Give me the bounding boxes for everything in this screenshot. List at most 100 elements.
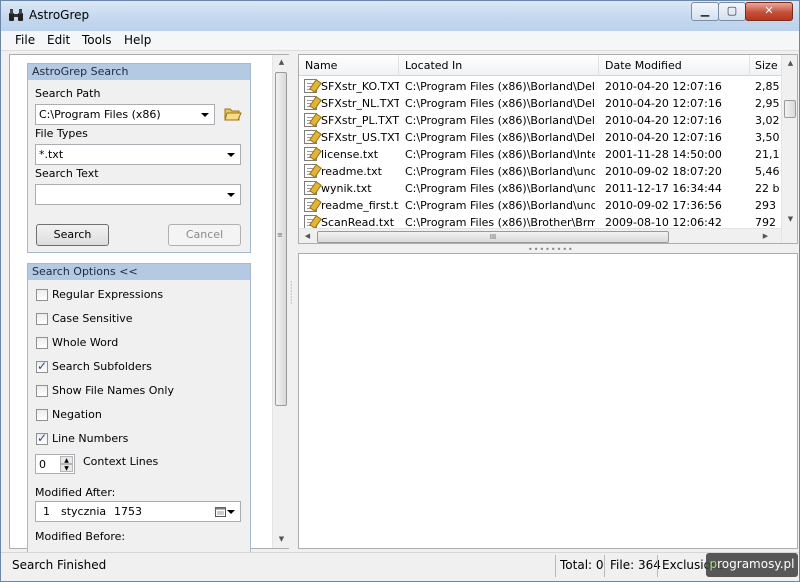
- column-size[interactable]: Size: [755, 59, 778, 72]
- search-group-header: AstroGrep Search: [28, 64, 250, 80]
- column-separator[interactable]: [749, 55, 750, 76]
- search-options-header[interactable]: Search Options <<: [28, 264, 250, 280]
- text-file-icon: [304, 147, 317, 161]
- spin-up-icon[interactable]: ▲: [60, 456, 73, 464]
- search-panel: AstroGrep Search Search Path C:\Program …: [9, 54, 289, 553]
- label-search-subfolders: Search Subfolders: [52, 360, 152, 373]
- file-types-label: File Types: [35, 127, 88, 140]
- modified-after-date[interactable]: 1 stycznia 1753: [35, 501, 241, 522]
- results-header: Name Located In Date Modified Size: [299, 55, 797, 76]
- column-separator[interactable]: [398, 55, 399, 76]
- menu-edit[interactable]: Edit: [47, 33, 70, 47]
- table-row[interactable]: SFXstr_PL.TXT C:\Program Files (x86)\Bor…: [299, 112, 781, 129]
- vertical-splitter[interactable]: · · · · · · · ·: [290, 279, 294, 308]
- column-separator[interactable]: [598, 55, 599, 76]
- cell-date: 2010-04-20 12:07:16: [605, 131, 722, 144]
- text-file-icon: [304, 96, 317, 110]
- context-lines-label: Context Lines: [83, 455, 159, 468]
- menu-help[interactable]: Help: [124, 33, 151, 47]
- left-panel-scrollbar[interactable]: ▲ ≡ ▼: [272, 55, 289, 548]
- spin-down-icon[interactable]: ▼: [60, 464, 73, 472]
- chevron-down-icon: [201, 113, 209, 117]
- close-button[interactable]: ✕: [745, 2, 793, 21]
- checkbox-negation[interactable]: [36, 409, 48, 421]
- checkbox-case-sensitive[interactable]: [36, 313, 48, 325]
- checkbox-search-subfolders[interactable]: [36, 359, 48, 373]
- binoculars-icon: [9, 9, 23, 21]
- date-day: 1: [43, 505, 50, 518]
- grip-icon: ≡: [277, 231, 283, 239]
- column-located-in[interactable]: Located In: [405, 59, 462, 72]
- scrollbar-thumb[interactable]: [784, 100, 796, 118]
- table-row[interactable]: SFXstr_NL.TXT C:\Program Files (x86)\Bor…: [299, 95, 781, 112]
- file-types-value: *.txt: [39, 148, 64, 161]
- search-text-label: Search Text: [35, 167, 99, 180]
- menu-tools[interactable]: Tools: [82, 33, 112, 47]
- scroll-down-icon[interactable]: ▼: [274, 535, 289, 543]
- scroll-down-icon[interactable]: ▼: [783, 215, 797, 223]
- text-file-icon: [304, 130, 317, 144]
- cell-size: 2,95: [755, 97, 780, 110]
- checkbox-show-file-names-only[interactable]: [36, 385, 48, 397]
- cell-size: 3,02: [755, 114, 780, 127]
- cell-location: C:\Program Files (x86)\Borland\Delph...: [405, 97, 595, 110]
- watermark-logo: programosy.pl: [706, 553, 798, 577]
- watermark-prefix: p: [709, 557, 718, 571]
- calendar-icon[interactable]: [215, 506, 226, 517]
- search-text-combo[interactable]: [35, 184, 241, 205]
- search-group: AstroGrep Search Search Path C:\Program …: [27, 63, 251, 253]
- cell-location: C:\Program Files (x86)\Borland\undel...: [405, 182, 595, 195]
- cell-name: license.txt: [321, 148, 379, 161]
- date-year: 1753: [114, 505, 142, 518]
- results-vertical-scrollbar[interactable]: ▲ ▼: [781, 55, 797, 243]
- table-row[interactable]: wynik.txt C:\Program Files (x86)\Borland…: [299, 180, 781, 197]
- text-file-icon: [304, 181, 317, 195]
- app-window: AstroGrep ▁ ▢ ✕ File Edit Tools Help Ast…: [0, 0, 800, 582]
- scroll-left-icon[interactable]: ◀: [300, 232, 315, 240]
- cell-size: 22 b: [755, 182, 780, 195]
- cell-size: 3,50: [755, 131, 780, 144]
- status-separator: [604, 555, 605, 577]
- scroll-up-icon[interactable]: ▲: [274, 58, 289, 66]
- chevron-down-icon: [227, 510, 235, 514]
- file-preview-pane[interactable]: [298, 253, 798, 549]
- title-bar[interactable]: AstroGrep ▁ ▢ ✕: [1, 1, 799, 31]
- column-name[interactable]: Name: [305, 59, 337, 72]
- maximize-button[interactable]: ▢: [718, 2, 746, 21]
- cell-name: readme_first.txt: [321, 199, 399, 212]
- cell-name: SFXstr_US.TXT: [321, 131, 399, 144]
- context-lines-value: 0: [39, 458, 46, 471]
- cell-location: C:\Program Files (x86)\Borland\Delph...: [405, 80, 595, 93]
- table-row[interactable]: license.txt C:\Program Files (x86)\Borla…: [299, 146, 781, 163]
- results-horizontal-scrollbar[interactable]: ◀ III ▶: [299, 228, 781, 243]
- context-lines-spinner[interactable]: 0 ▲ ▼: [35, 454, 75, 474]
- checkbox-line-numbers[interactable]: [36, 431, 48, 445]
- table-row[interactable]: SFXstr_US.TXT C:\Program Files (x86)\Bor…: [299, 129, 781, 146]
- cell-date: 2001-11-28 14:50:00: [605, 148, 722, 161]
- cancel-button[interactable]: Cancel: [168, 224, 241, 246]
- checkbox-whole-word[interactable]: [36, 337, 48, 349]
- checkbox-regular-expressions[interactable]: [36, 289, 48, 301]
- search-button[interactable]: Search: [36, 224, 109, 246]
- scrollbar-thumb[interactable]: ≡: [275, 72, 287, 406]
- table-row[interactable]: readme_first.txt C:\Program Files (x86)\…: [299, 197, 781, 214]
- cell-date: 2011-12-17 16:34:44: [605, 182, 722, 195]
- cell-name: readme.txt: [321, 165, 382, 178]
- minimize-button[interactable]: ▁: [691, 2, 719, 21]
- scroll-right-icon[interactable]: ▶: [758, 232, 773, 240]
- scroll-up-icon[interactable]: ▲: [783, 59, 797, 67]
- folder-open-icon[interactable]: [224, 106, 242, 122]
- cell-location: C:\Program Files (x86)\Borland\undel...: [405, 199, 595, 212]
- search-path-label: Search Path: [35, 87, 101, 100]
- status-total: Total: 0: [560, 558, 604, 572]
- scrollbar-thumb[interactable]: III: [317, 231, 669, 243]
- table-row[interactable]: SFXstr_KO.TXT C:\Program Files (x86)\Bor…: [299, 78, 781, 95]
- table-row[interactable]: readme.txt C:\Program Files (x86)\Borlan…: [299, 163, 781, 180]
- cell-name: SFXstr_NL.TXT: [321, 97, 399, 110]
- search-path-combo[interactable]: C:\Program Files (x86): [35, 104, 215, 125]
- cell-name: wynik.txt: [321, 182, 372, 195]
- column-date-modified[interactable]: Date Modified: [605, 59, 682, 72]
- label-whole-word: Whole Word: [52, 336, 119, 349]
- file-types-combo[interactable]: *.txt: [35, 144, 241, 165]
- menu-file[interactable]: File: [15, 33, 35, 47]
